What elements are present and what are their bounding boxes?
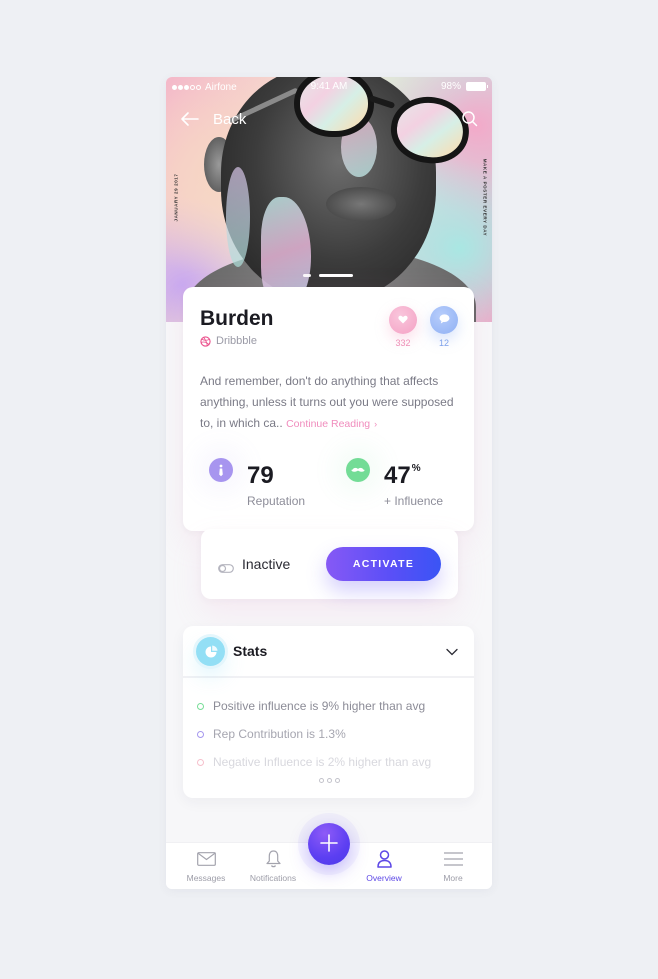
profile-source[interactable]: Dribbble bbox=[200, 335, 257, 347]
stats-item-text: Rep Contribution is 1.3% bbox=[213, 727, 346, 741]
image-pager[interactable] bbox=[303, 274, 353, 277]
profile-name: Burden bbox=[200, 307, 274, 330]
mustache-icon bbox=[346, 458, 370, 482]
bullet-icon bbox=[197, 758, 204, 766]
hero-lips bbox=[326, 187, 396, 221]
dribbble-icon bbox=[200, 335, 211, 347]
search-icon[interactable] bbox=[460, 109, 480, 129]
side-caption-date: January 29 2017 bbox=[173, 173, 179, 222]
stats-card: Stats Positive influence is 9% higher th… bbox=[183, 626, 474, 798]
stats-header[interactable]: Stats bbox=[183, 626, 474, 678]
likes-count: 332 bbox=[395, 338, 411, 348]
continue-reading-link[interactable]: Continue Reading › bbox=[286, 418, 377, 430]
reputation-value: 79 bbox=[247, 462, 274, 489]
stats-item: Rep Contribution is 1.3% bbox=[197, 720, 431, 748]
influence-value: 47% bbox=[384, 462, 421, 489]
pie-chart-icon bbox=[196, 637, 225, 666]
stats-title: Stats bbox=[233, 643, 268, 659]
chevron-down-icon[interactable] bbox=[446, 645, 458, 657]
hero-holo-paint bbox=[226, 167, 250, 267]
tab-messages-label: Messages bbox=[186, 873, 226, 883]
chat-bubble-icon bbox=[439, 311, 450, 329]
likes[interactable]: 332 bbox=[389, 306, 417, 348]
tab-more-label: More bbox=[443, 873, 463, 883]
status-toggle[interactable]: Inactive bbox=[218, 556, 291, 573]
battery-icon bbox=[466, 82, 488, 91]
bell-icon bbox=[238, 850, 308, 868]
profile-source-label: Dribbble bbox=[216, 335, 257, 347]
battery-info: 98% bbox=[440, 81, 488, 92]
back-button[interactable]: Back bbox=[213, 111, 246, 128]
user-icon bbox=[349, 850, 419, 868]
metric-influence: 47% + Influence bbox=[346, 456, 443, 508]
tie-icon bbox=[209, 458, 233, 482]
comments[interactable]: 12 bbox=[430, 306, 458, 348]
envelope-icon bbox=[171, 850, 241, 868]
arrow-left-icon[interactable] bbox=[180, 109, 200, 129]
stats-list: Positive influence is 9% higher than avg… bbox=[197, 692, 431, 776]
tab-notifications-label: Notifications bbox=[249, 873, 297, 883]
heart-icon bbox=[398, 311, 408, 329]
tab-overview-label: Overview bbox=[366, 873, 402, 883]
chevron-right-icon: › bbox=[374, 419, 378, 429]
more-dots-icon[interactable] bbox=[319, 778, 340, 783]
activation-card: Inactive ACTIVATE bbox=[201, 529, 458, 599]
reputation-label: Reputation bbox=[247, 494, 306, 508]
continue-reading-label: Continue Reading bbox=[286, 418, 371, 430]
bullet-icon bbox=[197, 702, 204, 710]
stats-item: Negative Influence is 2% higher than avg bbox=[197, 748, 431, 776]
like-button[interactable] bbox=[389, 306, 417, 334]
tab-messages[interactable]: Messages bbox=[171, 850, 241, 883]
profile-card: Burden Dribbble 332 12 And remember, don… bbox=[183, 287, 474, 531]
stats-item: Positive influence is 9% higher than avg bbox=[197, 692, 431, 720]
status-bar: Airfone 9:41 AM 98% bbox=[166, 77, 492, 97]
profile-excerpt: And remember, don't do anything that aff… bbox=[200, 371, 462, 435]
status-label: Inactive bbox=[242, 556, 291, 572]
battery-percent: 98% bbox=[440, 81, 461, 92]
tab-more[interactable]: More bbox=[418, 850, 488, 883]
tab-notifications[interactable]: Notifications bbox=[238, 850, 308, 883]
stats-item-text: Negative Influence is 2% higher than avg bbox=[213, 755, 432, 769]
comments-count: 12 bbox=[438, 338, 449, 348]
influence-label: + Influence bbox=[384, 494, 444, 508]
plus-icon bbox=[320, 833, 338, 855]
metric-reputation: 79 Reputation bbox=[209, 456, 305, 508]
top-nav: Back bbox=[180, 107, 480, 131]
stats-item-text: Positive influence is 9% higher than avg bbox=[213, 699, 426, 713]
toggle-off-icon[interactable] bbox=[218, 560, 234, 573]
add-button[interactable] bbox=[308, 823, 350, 865]
tab-overview[interactable]: Overview bbox=[349, 850, 419, 883]
pager-dot[interactable] bbox=[303, 274, 311, 277]
comment-button[interactable] bbox=[430, 306, 458, 334]
hero-image: January 29 2017 Make a poster every day … bbox=[166, 77, 492, 322]
menu-icon bbox=[418, 850, 488, 868]
bullet-icon bbox=[197, 730, 204, 738]
phone-screen: January 29 2017 Make a poster every day … bbox=[166, 77, 492, 889]
pager-dot-active[interactable] bbox=[319, 274, 353, 277]
side-caption-motto: Make a poster every day bbox=[482, 158, 488, 237]
activate-button[interactable]: ACTIVATE bbox=[326, 547, 441, 581]
